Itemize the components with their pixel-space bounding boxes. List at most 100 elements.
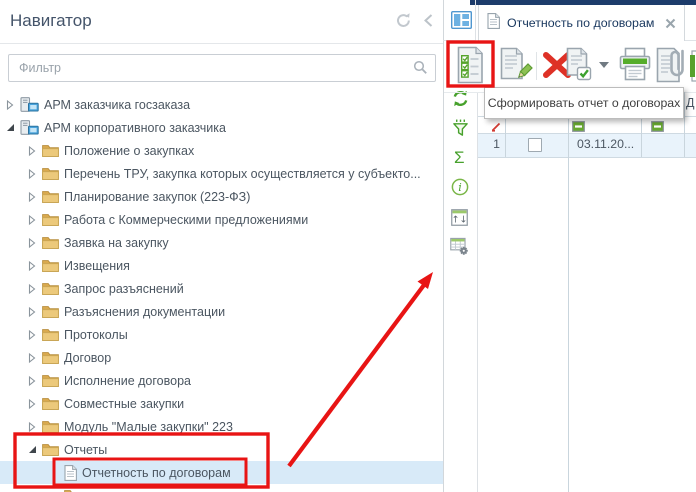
expander-collapsed-icon[interactable] (27, 375, 37, 387)
grid-line (478, 157, 696, 158)
create-report-button[interactable] (453, 45, 488, 85)
tree-item[interactable]: Работа с Коммерческими предложениями (0, 208, 443, 231)
grid-line (684, 92, 685, 157)
row-checkbox[interactable] (528, 138, 542, 152)
tree-item-label: Заявка на закупку (64, 235, 169, 250)
folder-icon (42, 236, 59, 249)
expander-collapsed-icon[interactable] (5, 99, 15, 111)
panel-divider[interactable] (443, 0, 444, 492)
collapse-panel-icon[interactable] (423, 13, 434, 28)
folder-icon (42, 328, 59, 341)
row-number-cell: 1 (493, 137, 500, 151)
confirm-dropdown-arrow-icon[interactable] (599, 62, 609, 68)
tabstrip-bottom-border (443, 40, 476, 41)
info-icon[interactable]: i (451, 178, 469, 196)
expander-collapsed-icon[interactable] (27, 214, 37, 226)
tree-item-label: Исполнение договора (64, 373, 191, 388)
grid-line (568, 109, 569, 492)
sort-icon[interactable]: ↑↓ (451, 209, 468, 226)
folder-icon (42, 190, 59, 203)
workstation-icon (20, 119, 39, 136)
print-button[interactable] (617, 46, 653, 84)
table-settings-icon[interactable] (450, 237, 469, 256)
expander-collapsed-icon[interactable] (27, 260, 37, 272)
tree-item[interactable]: Договор (0, 346, 443, 369)
tree-item-label: Протоколы (64, 327, 128, 342)
folder-icon (42, 351, 59, 364)
expander-expanded-icon[interactable] (27, 445, 37, 454)
search-icon (413, 60, 428, 80)
toolbar-separator (536, 52, 537, 80)
folder-icon (42, 144, 59, 157)
column-filter-icon[interactable] (651, 119, 664, 137)
folder-icon (42, 213, 59, 226)
expander-collapsed-icon[interactable] (27, 237, 37, 249)
dashboard-icon[interactable] (450, 10, 473, 34)
folder-icon (42, 259, 59, 272)
tree-item[interactable] (0, 484, 443, 492)
svg-text:i: i (458, 181, 462, 194)
folder-icon (42, 305, 59, 318)
application-window: Навигатор АРМ заказчика госзаказа АРМ кор… (0, 0, 696, 492)
tree-item[interactable]: Протоколы (0, 323, 443, 346)
partial-toolbar-icon[interactable] (690, 48, 696, 84)
tree-item[interactable]: Запрос разъяснений (0, 277, 443, 300)
tree-item-label: АРМ корпоративного заказчика (44, 120, 226, 135)
expander-collapsed-icon[interactable] (27, 283, 37, 295)
tree-item-label: Запрос разъяснений (64, 281, 184, 296)
expander-collapsed-icon[interactable] (27, 306, 37, 318)
tree-item-label: Отчетность по договорам (82, 465, 231, 480)
tabstrip-divider (475, 0, 476, 40)
tree-item[interactable]: Планирование закупок (223-ФЗ) (0, 185, 443, 208)
close-tab-icon[interactable] (665, 18, 676, 29)
header-divider (0, 43, 443, 44)
tree-item[interactable]: АРМ заказчика госзаказа (0, 93, 443, 116)
tree-item[interactable]: Отчеты (0, 438, 443, 461)
document-icon (64, 464, 77, 481)
tree-item[interactable]: АРМ корпоративного заказчика (0, 116, 443, 139)
folder-icon (42, 397, 59, 410)
tree-item[interactable]: Заявка на закупку (0, 231, 443, 254)
edit-button[interactable] (497, 46, 533, 84)
filter-icon[interactable] (452, 119, 469, 139)
tree-item-label: АРМ заказчика госзаказа (44, 97, 191, 112)
tooltip-create-report: Сформировать отчет о договорах (484, 87, 684, 119)
tree-item[interactable]: Исполнение договора (0, 369, 443, 392)
expander-collapsed-icon[interactable] (27, 329, 37, 341)
tree-item-label: Перечень ТРУ, закупка которых осуществля… (64, 166, 421, 181)
expander-collapsed-icon[interactable] (27, 168, 37, 180)
tree-item[interactable]: Извещения (0, 254, 443, 277)
tree-item[interactable]: Разъяснения документации (0, 300, 443, 323)
refresh-tree-icon[interactable] (395, 12, 412, 29)
tree-item[interactable]: Модуль "Малые закупки" 223 (0, 415, 443, 438)
folder-icon (42, 282, 59, 295)
tab-label: Отчетность по договорам (507, 16, 655, 30)
filter-input[interactable] (17, 56, 411, 80)
tree-item[interactable]: Совместные закупки (0, 392, 443, 415)
row-number-column-icon[interactable] (491, 119, 501, 137)
sum-icon[interactable]: Σ (454, 148, 465, 168)
partial-column-title: Д (686, 96, 695, 110)
tree-item-label: Планирование закупок (223-ФЗ) (64, 189, 251, 204)
tree-item-label: Модуль "Малые закупки" 223 (64, 419, 233, 434)
expander-collapsed-icon[interactable] (27, 352, 37, 364)
tree-item-label: Договор (64, 350, 112, 365)
confirm-document-button[interactable] (565, 46, 594, 83)
column-filter-icon[interactable] (572, 119, 585, 137)
expander-collapsed-icon[interactable] (27, 191, 37, 203)
expander-collapsed-icon[interactable] (27, 145, 37, 157)
expander-expanded-icon[interactable] (5, 123, 15, 132)
folder-icon (42, 420, 59, 433)
panel-title: Навигатор (10, 11, 92, 30)
tree-item-label: Совместные закупки (64, 396, 185, 411)
tree-item[interactable]: Перечень ТРУ, закупка которых осуществля… (0, 162, 443, 185)
attachments-button[interactable] (654, 44, 688, 86)
tab-contract-reporting[interactable]: Отчетность по договорам (478, 5, 686, 41)
tree-item-label: Работа с Коммерческими предложениями (64, 212, 309, 227)
expander-collapsed-icon[interactable] (27, 398, 37, 410)
navigator-panel: Навигатор АРМ заказчика госзаказа АРМ кор… (0, 0, 443, 492)
document-icon (487, 12, 500, 34)
tree-item[interactable]: Положение о закупках (0, 139, 443, 162)
expander-collapsed-icon[interactable] (27, 421, 37, 433)
tree-item-selected[interactable]: Отчетность по договорам (0, 461, 443, 484)
